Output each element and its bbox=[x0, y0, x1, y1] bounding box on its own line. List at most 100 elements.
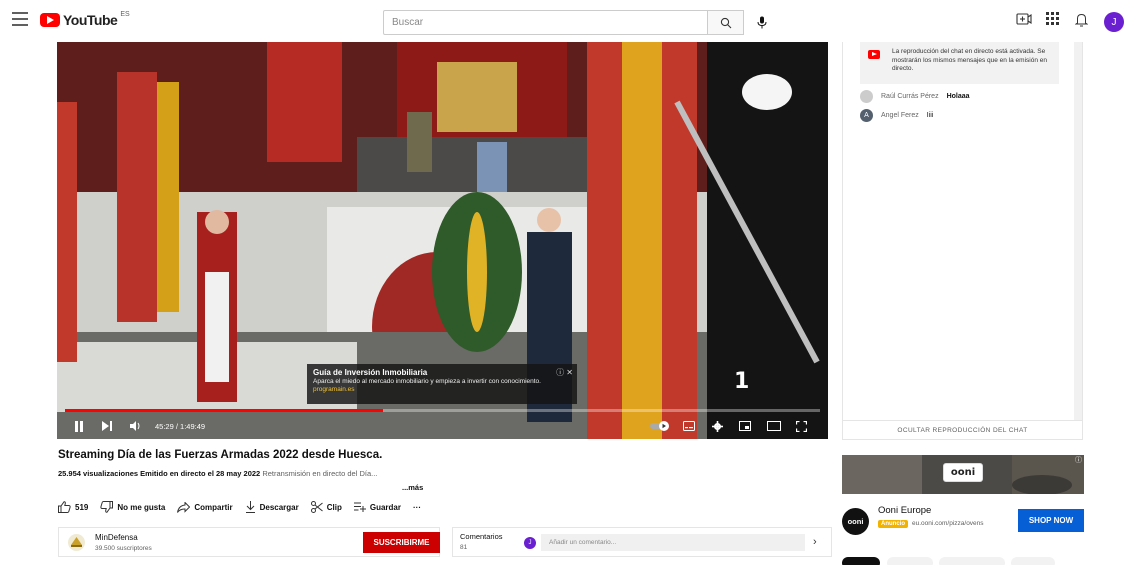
chat-message: Raúl Currás Pérez Holaaa bbox=[860, 89, 970, 103]
subscriber-count: 39.500 suscriptores bbox=[95, 545, 152, 552]
progress-bar[interactable] bbox=[65, 409, 820, 412]
thumbs-up-icon bbox=[58, 501, 71, 513]
overlay-ad-url: programain.es bbox=[313, 386, 355, 393]
fullscreen-button[interactable] bbox=[793, 418, 809, 434]
description-snippet: Retransmisión en directo del Día... bbox=[262, 469, 378, 478]
pause-icon bbox=[75, 420, 83, 432]
more-actions-button[interactable]: ··· bbox=[413, 503, 421, 512]
pause-button[interactable] bbox=[71, 418, 87, 434]
clip-button[interactable]: Clip bbox=[310, 501, 342, 513]
ad-details: ooni Ooni Europe Anuncio eu.ooni.com/piz… bbox=[842, 503, 1084, 536]
scissors-icon bbox=[310, 501, 323, 513]
subscribe-button[interactable]: SUSCRIBIRME bbox=[363, 532, 440, 553]
theater-icon bbox=[767, 421, 781, 431]
chat-message: A Angel Ferez Iiii bbox=[860, 108, 933, 122]
view-count: 25.954 visualizaciones bbox=[58, 469, 139, 478]
channel-avatar[interactable] bbox=[68, 534, 85, 551]
gear-icon bbox=[711, 420, 723, 432]
autoplay-toggle[interactable] bbox=[649, 418, 671, 434]
next-button[interactable] bbox=[99, 418, 115, 434]
account-avatar[interactable]: J bbox=[1104, 12, 1124, 32]
apps-button[interactable] bbox=[1046, 12, 1059, 30]
download-button[interactable]: Descargar bbox=[245, 501, 299, 513]
chat-text: Holaaa bbox=[946, 92, 970, 100]
miniplayer-button[interactable] bbox=[737, 418, 753, 434]
subtitles-button[interactable] bbox=[681, 418, 697, 434]
channel-bug: 1 bbox=[734, 369, 750, 394]
chat-scrollbar[interactable] bbox=[1074, 42, 1082, 420]
bell-icon bbox=[1074, 13, 1089, 27]
dislike-label: No me gusta bbox=[117, 502, 166, 512]
chat-text: Iiii bbox=[926, 111, 934, 119]
autoplay-icon bbox=[650, 421, 669, 431]
comments-label: Comentarios bbox=[460, 532, 503, 541]
ad-logo: ooni bbox=[943, 463, 983, 482]
dislike-button[interactable]: No me gusta bbox=[100, 501, 165, 513]
stream-date: Emitido en directo el 28 may 2022 bbox=[140, 469, 261, 478]
overlay-ad-description: Aparca el miedo al mercado inmobiliario … bbox=[313, 378, 541, 385]
channel-row: MinDefensa 39.500 suscriptores SUSCRIBIR… bbox=[58, 527, 440, 557]
thumbs-down-icon bbox=[100, 501, 114, 513]
chat-replay-notice: La reproducción del chat en directo está… bbox=[860, 42, 1059, 84]
chat-author[interactable]: Raúl Currás Pérez bbox=[881, 93, 939, 100]
save-button[interactable]: Guardar bbox=[353, 502, 401, 512]
theater-mode-button[interactable] bbox=[765, 418, 783, 434]
video-actions: 519 No me gusta Compartir Descargar Clip… bbox=[58, 500, 433, 514]
show-more-link[interactable]: ...más bbox=[402, 483, 423, 492]
filter-chip[interactable] bbox=[842, 557, 880, 565]
comments-count: 81 bbox=[460, 544, 468, 551]
shop-now-button[interactable]: SHOP NOW bbox=[1018, 509, 1084, 532]
voice-search-button[interactable] bbox=[752, 12, 772, 32]
chat-notice-text: La reproducción del chat en directo está… bbox=[892, 48, 1047, 72]
miniplayer-icon bbox=[739, 421, 751, 431]
masthead: YouTube ES Buscar J bbox=[0, 0, 1130, 42]
filter-chip[interactable] bbox=[887, 557, 933, 565]
chevron-right-icon[interactable]: › bbox=[813, 536, 817, 548]
microphone-icon bbox=[757, 16, 767, 28]
video-player[interactable]: Guía de Inversión Inmobiliaria Aparca el… bbox=[57, 42, 828, 439]
logo-country: ES bbox=[120, 10, 130, 18]
hide-chat-button[interactable]: OCULTAR REPRODUCCIÓN DEL CHAT bbox=[843, 420, 1082, 439]
youtube-play-icon bbox=[40, 13, 60, 27]
ad-info-icon[interactable]: ⓘ bbox=[1075, 455, 1082, 465]
video-meta[interactable]: 25.954 visualizaciones Emitido en direct… bbox=[58, 469, 377, 478]
create-button[interactable] bbox=[1016, 12, 1032, 31]
next-icon bbox=[102, 421, 112, 431]
advertiser-name[interactable]: Ooni Europe bbox=[878, 505, 931, 516]
search-input[interactable]: Buscar bbox=[383, 10, 708, 35]
volume-icon bbox=[129, 421, 139, 431]
create-video-icon bbox=[1016, 13, 1032, 25]
ad-banner-image[interactable]: ooni bbox=[842, 455, 1084, 494]
user-avatar: J bbox=[524, 537, 536, 549]
chat-avatar: A bbox=[860, 108, 873, 122]
filter-chip[interactable] bbox=[939, 557, 1005, 565]
video-ad-overlay[interactable]: Guía de Inversión Inmobiliaria Aparca el… bbox=[307, 364, 577, 404]
like-button[interactable]: 519 bbox=[58, 501, 88, 513]
comments-teaser[interactable]: Comentarios 81 J Añadir un comentario...… bbox=[452, 527, 832, 557]
search-icon bbox=[720, 17, 731, 28]
close-icon[interactable]: ⓘ ✕ bbox=[556, 367, 573, 378]
filter-chip[interactable] bbox=[1011, 557, 1055, 565]
fullscreen-icon bbox=[795, 420, 807, 432]
search-button[interactable] bbox=[707, 10, 744, 35]
download-label: Descargar bbox=[259, 502, 299, 512]
settings-button[interactable] bbox=[709, 418, 725, 434]
apps-grid-icon bbox=[1046, 12, 1059, 25]
comment-input[interactable]: Añadir un comentario... bbox=[541, 534, 805, 551]
logo-text: YouTube bbox=[63, 12, 118, 28]
share-icon bbox=[177, 501, 191, 513]
download-icon bbox=[245, 501, 255, 513]
youtube-logo[interactable]: YouTube ES bbox=[40, 10, 130, 28]
like-count: 519 bbox=[75, 502, 89, 512]
save-label: Guardar bbox=[369, 502, 401, 512]
channel-emblem-icon bbox=[71, 537, 82, 547]
channel-name[interactable]: MinDefensa bbox=[95, 533, 138, 542]
share-button[interactable]: Compartir bbox=[177, 501, 233, 513]
notifications-button[interactable] bbox=[1074, 12, 1089, 32]
chat-author[interactable]: Angel Ferez bbox=[881, 112, 919, 119]
menu-icon[interactable] bbox=[12, 12, 28, 26]
chat-avatar bbox=[860, 89, 873, 103]
volume-button[interactable] bbox=[127, 418, 143, 434]
ad-badge: Anuncio bbox=[878, 520, 908, 528]
advertiser-avatar[interactable]: ooni bbox=[842, 508, 869, 535]
